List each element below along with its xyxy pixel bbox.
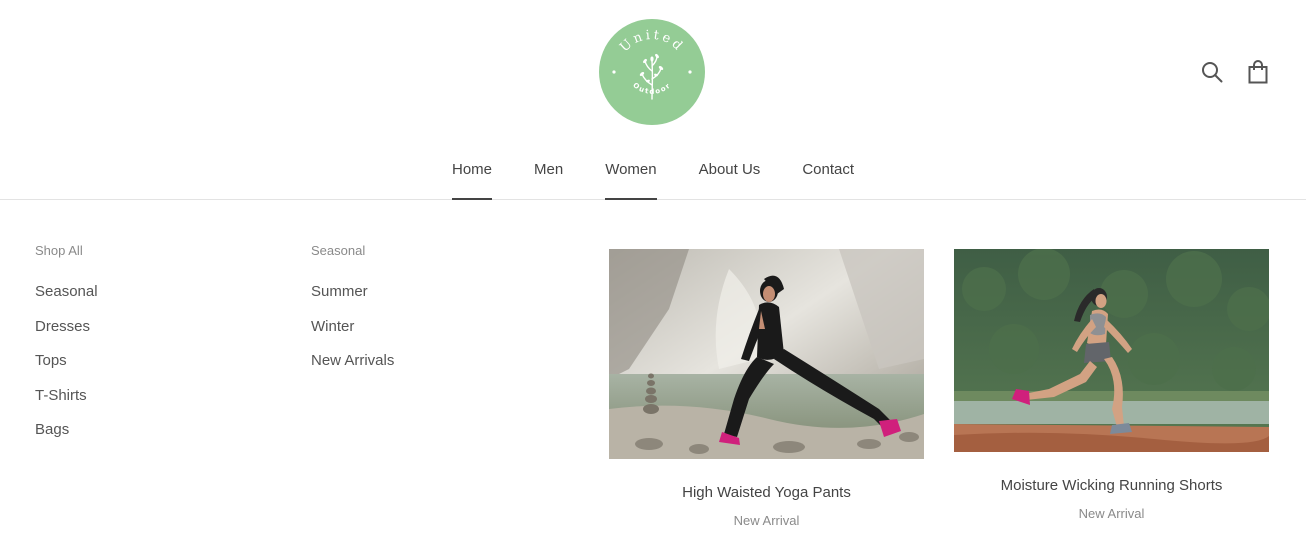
shopping-bag-icon[interactable] (1246, 58, 1270, 86)
nav-item-women[interactable]: Women (605, 158, 658, 200)
nav-item-about-us[interactable]: About Us (699, 158, 761, 199)
header-actions (1200, 58, 1270, 86)
menu-link-new-arrivals[interactable]: New Arrivals (311, 352, 394, 387)
menu-link-bags[interactable]: Bags (35, 421, 98, 456)
featured-product-card[interactable]: High Waisted Yoga Pants New Arrival (609, 249, 924, 529)
site-header: United Outdoor Home Men Women About Us C… (0, 0, 1306, 200)
menu-column-title[interactable]: Seasonal (311, 243, 394, 259)
product-title[interactable]: High Waisted Yoga Pants (609, 484, 924, 502)
menu-link-dresses[interactable]: Dresses (35, 318, 98, 353)
menu-column-title[interactable]: Shop All (35, 243, 98, 259)
featured-product-card[interactable]: Moisture Wicking Running Shorts New Arri… (954, 249, 1269, 522)
menu-link-seasonal[interactable]: Seasonal (35, 283, 98, 318)
nav-item-men[interactable]: Men (534, 158, 563, 199)
menu-column-seasonal: Seasonal Summer Winter New Arrivals (311, 243, 394, 387)
nav-item-contact[interactable]: Contact (802, 158, 854, 199)
main-nav: Home Men Women About Us Contact (0, 158, 1306, 200)
logo-icon: United Outdoor (599, 19, 705, 125)
menu-link-tops[interactable]: Tops (35, 352, 98, 387)
search-icon[interactable] (1200, 58, 1224, 86)
nav-item-home[interactable]: Home (451, 158, 493, 200)
product-image-running-shorts[interactable] (954, 249, 1269, 452)
brand-logo[interactable]: United Outdoor (599, 19, 705, 125)
product-image-yoga-pants[interactable] (609, 249, 924, 459)
menu-column-shop-all: Shop All Seasonal Dresses Tops T-Shirts … (35, 243, 98, 456)
menu-link-summer[interactable]: Summer (311, 283, 394, 318)
women-mega-menu: Shop All Seasonal Dresses Tops T-Shirts … (0, 201, 1306, 551)
menu-link-winter[interactable]: Winter (311, 318, 394, 353)
product-title[interactable]: Moisture Wicking Running Shorts (954, 477, 1269, 495)
product-badge: New Arrival (1078, 506, 1145, 521)
product-badge: New Arrival (733, 513, 800, 528)
menu-link-t-shirts[interactable]: T-Shirts (35, 387, 98, 422)
